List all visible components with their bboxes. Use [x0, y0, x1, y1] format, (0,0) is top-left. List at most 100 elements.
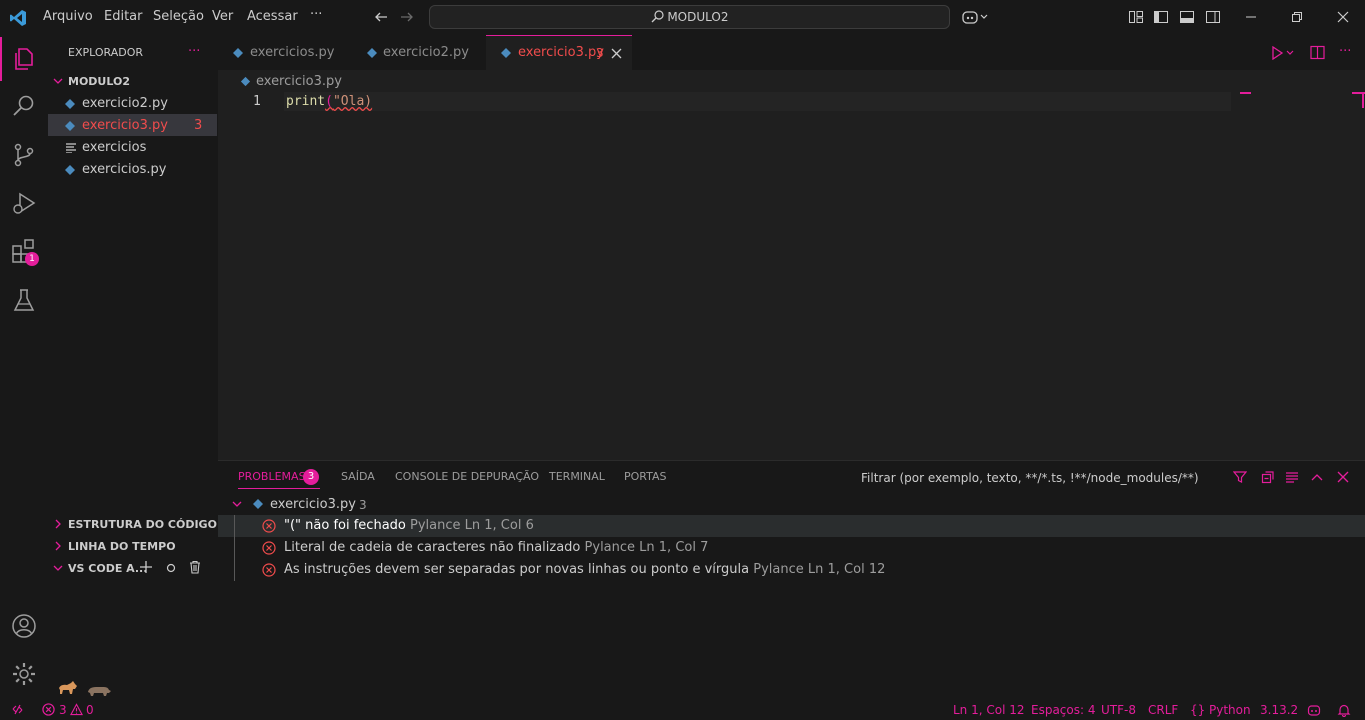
menu-more-button[interactable]: ··· [310, 7, 322, 22]
python-version[interactable]: 3.13.2 [1260, 703, 1298, 717]
accounts-icon[interactable] [10, 612, 38, 640]
code-paren: ( [325, 94, 333, 109]
split-editor-icon[interactable] [1310, 45, 1325, 60]
menu-ver[interactable]: Ver [212, 9, 233, 24]
settings-gear-icon[interactable] [10, 660, 38, 688]
file-item-exercicios-py[interactable]: exercicios.py [64, 162, 214, 182]
error-icon [42, 703, 55, 716]
file-item-exercicio3[interactable]: exercicio3.py 3 [64, 118, 214, 138]
tree-indent-guide [234, 515, 235, 581]
close-window-icon[interactable] [1335, 9, 1351, 25]
close-panel-icon[interactable] [1336, 470, 1350, 484]
panel-tab-terminal[interactable]: TERMINAL [549, 470, 605, 483]
cursor-position[interactable]: Ln 1, Col 12 [953, 703, 1025, 717]
run-file-icon[interactable] [1271, 46, 1295, 60]
search-view-icon[interactable] [10, 92, 38, 120]
encoding[interactable]: UTF-8 [1101, 703, 1136, 717]
python-file-icon [367, 48, 377, 58]
language-mode[interactable]: Python [1209, 703, 1251, 717]
menu-acessar[interactable]: Acessar [247, 9, 298, 24]
trash-icon[interactable] [188, 560, 202, 574]
problem-row-3[interactable]: As instruções devem ser separadas por no… [262, 560, 1352, 580]
tab-exercicio3[interactable]: exercicio3.py 3 [486, 35, 632, 70]
chevron-right-icon [55, 541, 61, 551]
menu-arquivo[interactable]: Arquivo [43, 9, 93, 24]
current-line-highlight [284, 92, 1231, 111]
explorer-icon[interactable] [10, 45, 38, 73]
code-string: "Ola) [332, 94, 373, 109]
indentation[interactable]: Espaços: 4 [1031, 703, 1096, 717]
tab-label: exercicio2.py [383, 45, 469, 60]
add-icon[interactable] [139, 560, 153, 574]
view-as-list-icon[interactable] [1285, 470, 1299, 484]
python-file-icon [501, 48, 511, 58]
menu-editar[interactable]: Editar [104, 9, 143, 24]
close-icon[interactable] [611, 48, 622, 59]
customize-layout-icon[interactable] [1128, 9, 1144, 25]
copilot-status-icon[interactable] [1307, 703, 1321, 717]
section-vscode-pets[interactable]: VS CODE A... [68, 562, 147, 575]
toggle-secondary-sidebar-icon[interactable] [1205, 9, 1221, 25]
section-outline[interactable]: ESTRUTURA DO CÓDIGO [68, 518, 217, 531]
forward-arrow-icon[interactable] [400, 10, 414, 24]
minimap-marker [1240, 92, 1251, 94]
problems-count-badge: 3 [303, 469, 319, 485]
file-item-exercicios[interactable]: exercicios [64, 140, 214, 160]
panel-tab-problems[interactable]: PROBLEMAS [238, 470, 306, 483]
filter-icon[interactable] [1233, 470, 1247, 484]
chevron-down-icon[interactable] [232, 499, 242, 509]
problems-file-name[interactable]: exercicio3.py [270, 497, 356, 512]
folder-title[interactable]: MODULO2 [68, 75, 130, 88]
code-line[interactable]: print("Ola) [286, 94, 372, 109]
minimize-icon[interactable] [1243, 9, 1259, 25]
back-arrow-icon[interactable] [374, 10, 388, 24]
python-file-icon [233, 48, 243, 58]
editor-area[interactable] [218, 70, 1365, 460]
run-debug-icon[interactable] [10, 189, 38, 217]
editor-more-button[interactable]: ··· [1339, 44, 1351, 59]
restore-icon[interactable] [1289, 9, 1305, 25]
panel-tab-output[interactable]: SAÍDA [341, 470, 375, 483]
remote-icon[interactable] [11, 703, 24, 716]
search-label: MODULO2 [667, 10, 729, 24]
end-of-line[interactable]: CRLF [1148, 703, 1178, 717]
file-label: exercicio2.py [82, 96, 168, 111]
breadcrumb[interactable]: exercicio3.py [256, 74, 342, 89]
collapse-all-icon[interactable] [1261, 470, 1275, 484]
problems-filter-input[interactable]: Filtrar (por exemplo, texto, **/*.ts, !*… [861, 471, 1199, 485]
pet-animal-icon [88, 687, 111, 696]
scrollbar-error-marker-vertical [1362, 92, 1364, 108]
python-file-icon [65, 99, 75, 109]
copilot-icon[interactable] [962, 9, 988, 25]
tab-exercicios[interactable]: exercicios.py [218, 35, 352, 70]
tab-exercicio2[interactable]: exercicio2.py [352, 35, 486, 70]
menu-selecao[interactable]: Seleção [153, 9, 204, 24]
command-center-search[interactable]: MODULO2 [429, 5, 950, 29]
file-label: exercicios [82, 140, 147, 155]
circle-icon[interactable] [165, 562, 177, 574]
activity-bar [0, 35, 48, 700]
panel-tab-ports[interactable]: PORTAS [624, 470, 667, 483]
problem-message: "(" não foi fechado Pylance Ln 1, Col 6 [284, 518, 534, 533]
source-control-icon[interactable] [10, 141, 38, 169]
chevron-down-icon [53, 565, 63, 571]
python-file-icon [253, 499, 263, 509]
panel-tab-debug-console[interactable]: CONSOLE DE DEPURAÇÃO [395, 470, 539, 483]
problem-row-2[interactable]: Literal de cadeia de caracteres não fina… [262, 538, 1352, 558]
maximize-panel-icon[interactable] [1310, 470, 1324, 484]
text-file-icon [66, 143, 76, 153]
problems-file-count: 3 [359, 498, 367, 512]
sidebar-more-button[interactable]: ··· [188, 44, 200, 59]
line-number: 1 [253, 94, 261, 109]
section-timeline[interactable]: LINHA DO TEMPO [68, 540, 176, 553]
toggle-panel-icon[interactable] [1179, 9, 1195, 25]
toggle-primary-sidebar-icon[interactable] [1153, 9, 1169, 25]
problem-row-1[interactable]: "(" não foi fechado Pylance Ln 1, Col 6 [262, 516, 1352, 536]
search-icon [651, 10, 664, 23]
testing-icon[interactable] [10, 286, 38, 314]
tab-label: exercicio3.py [518, 45, 604, 60]
error-icon [262, 563, 276, 577]
file-item-exercicio2[interactable]: exercicio2.py [64, 96, 214, 116]
notifications-bell-icon[interactable] [1337, 703, 1351, 717]
file-error-count: 3 [194, 118, 203, 133]
